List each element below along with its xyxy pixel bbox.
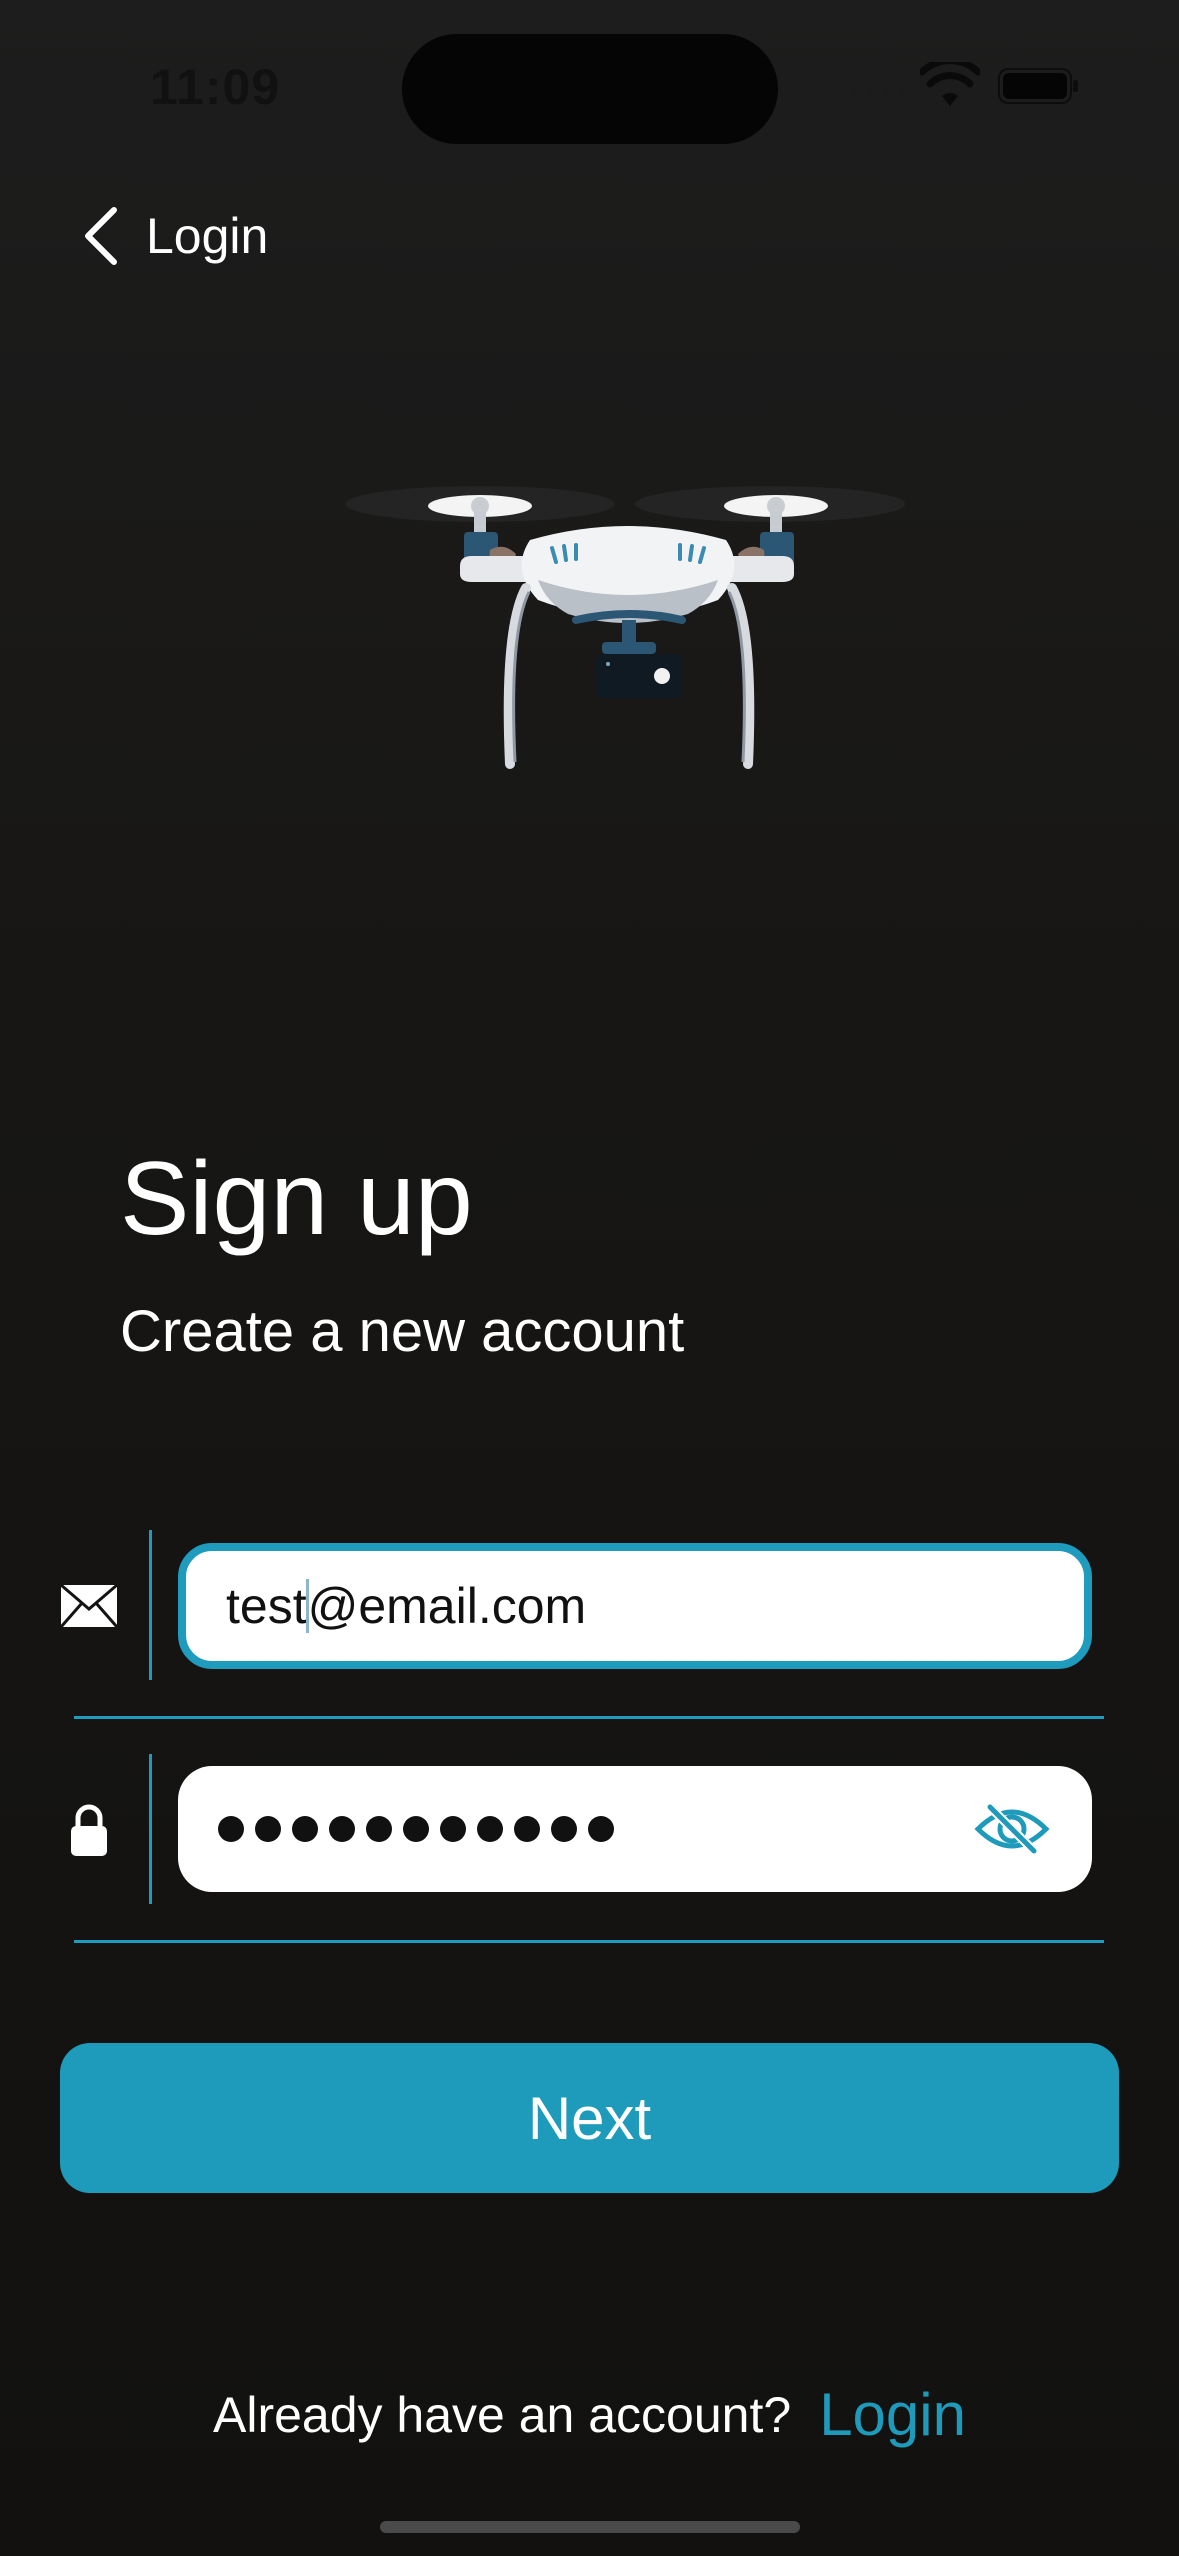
email-value-before-caret: test	[226, 1578, 307, 1634]
envelope-icon	[58, 1574, 120, 1638]
wifi-icon	[920, 62, 980, 106]
password-dot	[292, 1816, 318, 1842]
password-mask	[218, 1816, 614, 1842]
email-field[interactable]: test @email.com	[178, 1543, 1092, 1669]
eye-slash-icon[interactable]	[972, 1799, 1052, 1859]
dynamic-island	[402, 34, 778, 144]
password-underline	[74, 1940, 1104, 1943]
password-dot	[403, 1816, 429, 1842]
login-link[interactable]: Login	[819, 2380, 966, 2449]
password-dot	[588, 1816, 614, 1842]
password-dot	[255, 1816, 281, 1842]
home-indicator	[380, 2521, 800, 2533]
password-icon-divider	[149, 1754, 152, 1904]
password-dot	[218, 1816, 244, 1842]
password-field[interactable]	[178, 1766, 1092, 1892]
back-button[interactable]: Login	[80, 200, 268, 272]
password-dot	[366, 1816, 392, 1842]
drone-illustration	[345, 486, 905, 769]
login-prompt-text: Already have an account?	[213, 2386, 792, 2443]
email-icon-divider	[149, 1530, 152, 1680]
password-dot	[514, 1816, 540, 1842]
battery-icon	[998, 68, 1078, 104]
password-dot	[551, 1816, 577, 1842]
chevron-left-icon	[85, 207, 117, 265]
login-prompt: Already have an account? Login	[0, 2380, 1179, 2449]
next-button[interactable]: Next	[60, 2043, 1119, 2193]
cellular-signal-icon	[850, 78, 910, 98]
lock-icon	[58, 1800, 120, 1860]
page-title: Sign up	[120, 1141, 473, 1257]
password-dot	[440, 1816, 466, 1842]
password-dot	[329, 1816, 355, 1842]
email-value-after-caret: @email.com	[307, 1578, 587, 1634]
email-underline	[74, 1716, 1104, 1719]
page-subtitle: Create a new account	[120, 1299, 685, 1364]
back-label: Login	[146, 208, 269, 264]
status-time: 11:09	[150, 59, 281, 115]
password-dot	[477, 1816, 503, 1842]
